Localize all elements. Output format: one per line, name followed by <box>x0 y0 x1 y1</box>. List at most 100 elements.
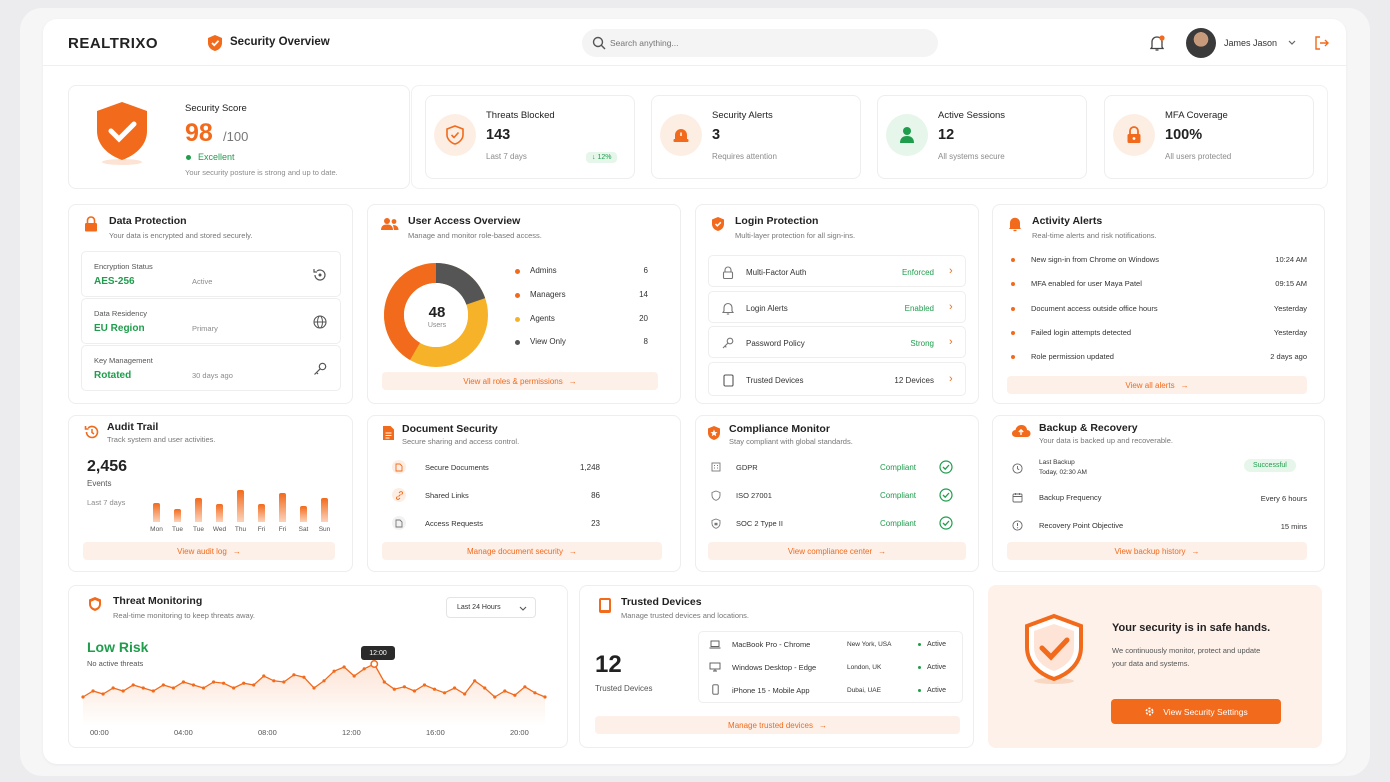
key-management-row[interactable]: Key Management Rotated 30 days ago <box>81 345 341 391</box>
link-label: View all alerts <box>1125 380 1175 390</box>
login-row-password[interactable]: Password Policy Strong › <box>708 326 966 358</box>
x-tick-label: 00:00 <box>90 728 109 737</box>
view-roles-link[interactable]: View all roles & permissions → <box>382 372 658 390</box>
document-icon <box>380 424 396 442</box>
stat-mfa-coverage[interactable]: MFA Coverage 100% All users protected <box>1104 95 1314 179</box>
laptop-icon <box>709 639 721 649</box>
manage-devices-link[interactable]: Manage trusted devices → <box>595 716 960 734</box>
chevron-down-icon[interactable] <box>1288 40 1296 46</box>
doc-value: 23 <box>591 519 600 528</box>
audit-period: Last 7 days <box>87 498 126 507</box>
row-value: EU Region <box>94 323 145 334</box>
view-alerts-link[interactable]: View all alerts → <box>1007 376 1307 394</box>
audit-bar <box>258 504 265 522</box>
document-security-card: Document Security Secure sharing and acc… <box>367 415 681 572</box>
shield-circle-icon <box>434 114 476 156</box>
threat-point <box>453 686 457 690</box>
audit-day-label: Sun <box>318 526 331 533</box>
audit-bar <box>174 509 181 522</box>
role-name: View Only <box>530 337 566 346</box>
check-circle-icon <box>939 460 953 474</box>
user-name[interactable]: James Jason <box>1224 38 1277 48</box>
avatar[interactable] <box>1186 28 1216 58</box>
residency-row[interactable]: Data Residency EU Region Primary <box>81 298 341 344</box>
device-status-dot <box>918 666 921 669</box>
cloud-upload-icon <box>1010 422 1032 440</box>
alert-text[interactable]: Failed login attempts detected <box>1031 328 1131 337</box>
card-title: Audit Trail <box>107 421 159 433</box>
stat-security-alerts[interactable]: Security Alerts 3 Requires attention <box>651 95 861 179</box>
audit-day-label: Fri <box>278 526 287 533</box>
audit-bar <box>195 498 202 522</box>
device-name[interactable]: iPhone 15 - Mobile App <box>732 686 810 695</box>
stat-threats-blocked[interactable]: Threats Blocked 143 Last 7 days ↓ 12% <box>425 95 635 179</box>
row-meta: 30 days ago <box>192 371 233 380</box>
data-protection-card: Data Protection Your data is encrypted a… <box>68 204 353 404</box>
device-name[interactable]: Windows Desktop - Edge <box>732 663 816 672</box>
encryption-row[interactable]: Encryption Status AES-256 Active <box>81 251 341 297</box>
key-icon <box>312 361 328 377</box>
view-audit-link[interactable]: View audit log → <box>83 542 335 560</box>
login-row-alerts[interactable]: Login Alerts Enabled › <box>708 291 966 323</box>
donut-total: 48 <box>428 304 446 321</box>
bell-icon <box>1007 215 1023 233</box>
threat-point <box>332 669 336 673</box>
search-box[interactable] <box>582 29 938 57</box>
doc-value: 1,248 <box>579 463 600 472</box>
threat-point <box>543 695 547 699</box>
card-title: Document Security <box>402 423 498 435</box>
audit-day-label: Sat <box>298 526 309 533</box>
trusted-devices-card: Trusted Devices Manage trusted devices a… <box>579 585 974 748</box>
card-subtitle: Multi-layer protection for all sign-ins. <box>735 231 856 240</box>
role-dot <box>515 269 520 274</box>
calendar-icon <box>1011 491 1023 503</box>
logout-icon[interactable] <box>1314 35 1330 51</box>
threat-point <box>370 660 379 668</box>
alert-text[interactable]: New sign-in from Chrome on Windows <box>1031 255 1159 264</box>
logo[interactable]: REALTRIXO <box>68 35 158 52</box>
link-label: View audit log <box>177 546 227 556</box>
alert-text[interactable]: Role permission updated <box>1031 352 1114 361</box>
login-row-devices[interactable]: Trusted Devices 12 Devices › <box>708 362 966 396</box>
row-status: Enforced <box>901 268 934 277</box>
compliance-label: ISO 27001 <box>736 491 772 500</box>
compliance-status: Compliant <box>879 519 916 528</box>
info-icon <box>1011 519 1023 531</box>
compliance-status: Compliant <box>879 463 916 472</box>
view-backup-link[interactable]: View backup history → <box>1007 542 1307 560</box>
alert-text[interactable]: MFA enabled for user Maya Patel <box>1031 279 1142 288</box>
backup-recovery-card: Backup & Recovery Your data is backed up… <box>992 415 1325 572</box>
view-security-settings-button[interactable]: View Security Settings <box>1111 699 1281 724</box>
view-compliance-link[interactable]: View compliance center → <box>708 542 966 560</box>
stat-active-sessions[interactable]: Active Sessions 12 All systems secure <box>877 95 1087 179</box>
role-name: Admins <box>530 266 557 275</box>
phone-icon <box>710 684 720 695</box>
row-label: Encryption Status <box>94 262 153 271</box>
threat-point <box>161 683 165 687</box>
last-backup-time: Today, 02:30 AM <box>1039 469 1087 476</box>
threat-point <box>493 695 497 699</box>
score-value: 98 <box>185 119 213 147</box>
alert-dot <box>1011 282 1015 286</box>
x-tick-label: 04:00 <box>174 728 193 737</box>
row-label: Password Policy <box>746 339 805 348</box>
x-tick-label: 16:00 <box>426 728 445 737</box>
range-dropdown[interactable]: Last 24 Hours <box>446 597 536 618</box>
manage-documents-link[interactable]: Manage document security → <box>382 542 662 560</box>
login-row-mfa[interactable]: Multi-Factor Auth Enforced › <box>708 255 966 287</box>
card-subtitle: Your data is backed up and recoverable. <box>1039 436 1173 445</box>
role-count: 20 <box>639 314 648 323</box>
threat-point <box>201 686 206 690</box>
alert-dot <box>1011 307 1015 311</box>
bell-icon[interactable] <box>1149 35 1165 52</box>
threat-point <box>252 683 256 687</box>
audit-trail-card: Audit Trail Track system and user activi… <box>68 415 353 572</box>
alert-text[interactable]: Document access outside office hours <box>1031 304 1158 313</box>
device-name[interactable]: MacBook Pro - Chrome <box>732 640 810 649</box>
threat-point <box>211 680 216 684</box>
alert-dot <box>1011 331 1015 335</box>
shield-icon <box>87 595 103 613</box>
chevron-right-icon: › <box>949 373 953 385</box>
search-input[interactable] <box>610 34 910 52</box>
stat-title: Threats Blocked <box>486 110 555 121</box>
